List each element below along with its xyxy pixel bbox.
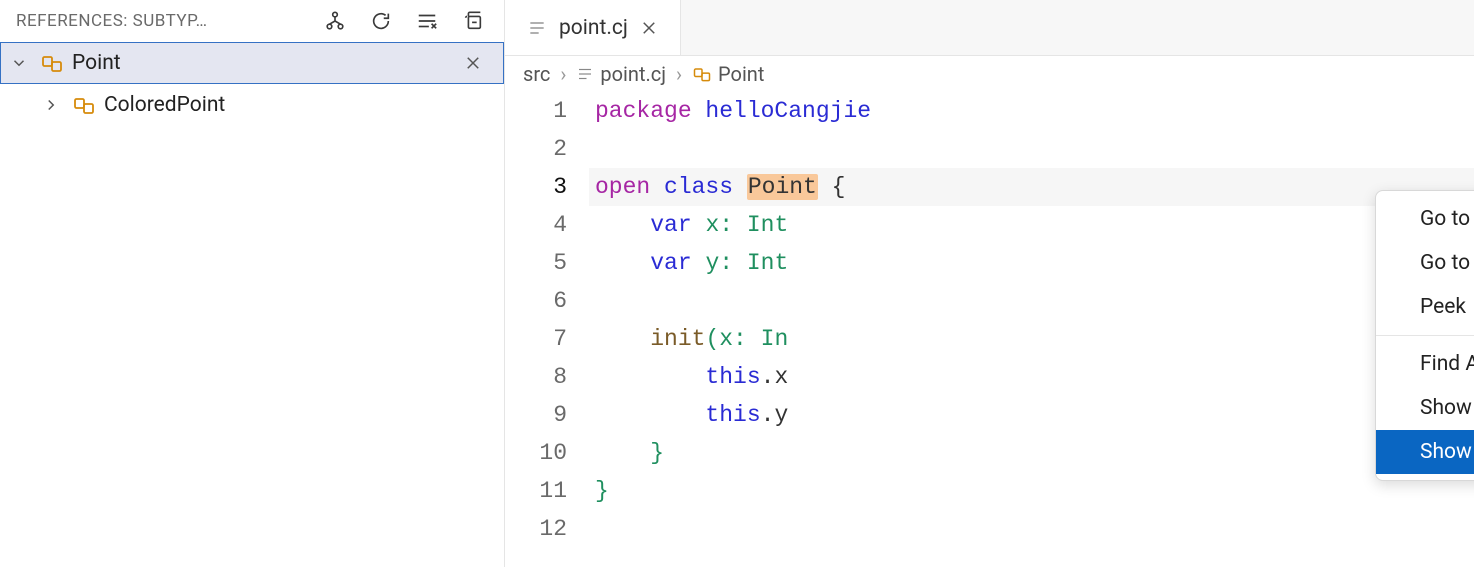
class-icon (40, 51, 64, 75)
breadcrumb-folder[interactable]: src (523, 62, 550, 86)
menu-peek[interactable]: Peek (1376, 285, 1474, 329)
breadcrumb-file[interactable]: point.cj (576, 62, 666, 86)
tree-item-point[interactable]: Point (0, 42, 504, 84)
tab-label: point.cj (559, 16, 628, 40)
code-content[interactable]: package helloCangjie open class Point { … (595, 92, 1474, 548)
sidebar-title: REFERENCES: SUBTYP… (16, 11, 312, 31)
chevron-right-icon[interactable] (42, 96, 64, 114)
breadcrumb-symbol[interactable]: Point (692, 62, 764, 86)
chevron-right-icon: › (676, 62, 682, 86)
menu-separator (1376, 335, 1474, 336)
code-area[interactable]: 1 2 3 4 5 6 7 8 9 10 11 12 package hello… (505, 92, 1474, 548)
clear-icon[interactable] (414, 8, 440, 34)
close-icon[interactable] (640, 19, 658, 37)
refresh-icon[interactable] (368, 8, 394, 34)
sidebar-actions (322, 8, 494, 34)
breadcrumbs[interactable]: src › point.cj › Point (505, 56, 1474, 92)
tree-item-label: ColoredPoint (104, 93, 494, 117)
gutter: 1 2 3 4 5 6 7 8 9 10 11 12 (505, 92, 595, 548)
menu-go-to-definition[interactable]: Go to Definition F12 (1376, 197, 1474, 241)
chevron-right-icon: › (560, 62, 566, 86)
symbol-highlight: Point (747, 174, 818, 200)
tree-item-label: Point (72, 51, 456, 75)
editor-pane: point.cj src › point.cj › Point 1 2 3 4 (505, 0, 1474, 567)
subtype-hierarchy-icon[interactable] (322, 8, 348, 34)
tab-point-cj[interactable]: point.cj (505, 0, 681, 55)
collapse-all-icon[interactable] (460, 8, 486, 34)
context-menu: Go to Definition F12 Go to References Sh… (1375, 190, 1474, 481)
tree-item-coloredpoint[interactable]: ColoredPoint (0, 84, 504, 126)
menu-show-call-hierarchy[interactable]: Show Call Hierarchy Shift+Alt+H (1376, 386, 1474, 430)
menu-find-all-references[interactable]: Find All References Shift+Alt+F12 (1376, 342, 1474, 386)
class-icon (72, 93, 96, 117)
close-icon[interactable] (464, 54, 494, 72)
file-icon (576, 65, 594, 83)
class-icon (692, 64, 712, 84)
tab-bar: point.cj (505, 0, 1474, 56)
sidebar-header: REFERENCES: SUBTYP… (0, 0, 504, 42)
menu-go-to-references[interactable]: Go to References Shift+F12 (1376, 241, 1474, 285)
references-sidebar: REFERENCES: SUBTYP… (0, 0, 505, 567)
chevron-down-icon[interactable] (10, 54, 32, 72)
file-icon (527, 18, 547, 38)
menu-show-type-hierarchy[interactable]: Show Type Hierarchy (1376, 430, 1474, 474)
